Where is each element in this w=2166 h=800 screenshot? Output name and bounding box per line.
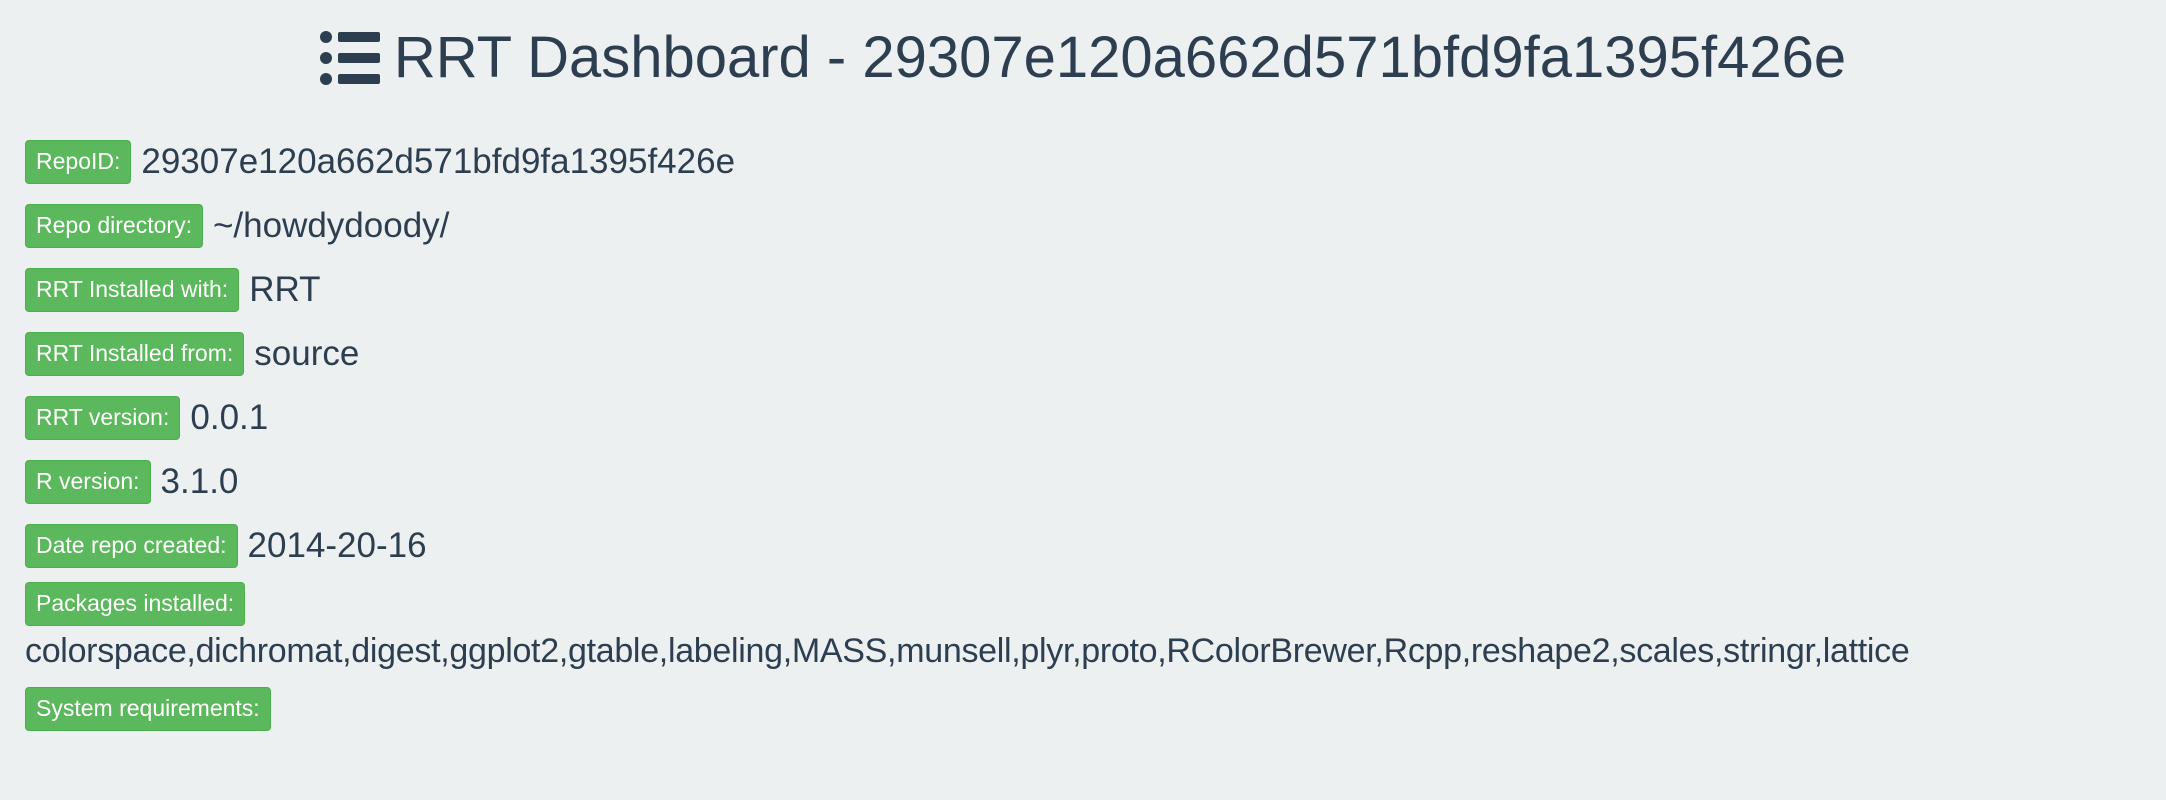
r-version-label: R version:: [25, 460, 151, 504]
installed-with-value: RRT: [249, 270, 321, 309]
system-requirements-row: System requirements:: [25, 677, 2155, 741]
repo-info-list: RepoID: 29307e120a662d571bfd9fa1395f426e…: [25, 130, 2155, 741]
rrt-version-label: RRT version:: [25, 396, 181, 440]
rrt-version-value: 0.0.1: [190, 398, 269, 437]
repo-directory-label: Repo directory:: [25, 204, 203, 248]
date-created-value: 2014-20-16: [247, 526, 427, 565]
page-title: RRT Dashboard - 29307e120a662d571bfd9fa1…: [393, 25, 1847, 90]
r-version-row: R version: 3.1.0: [25, 450, 2155, 514]
installed-from-row: RRT Installed from: source: [25, 322, 2155, 386]
repo-directory-row: Repo directory: ~/howdydoody/: [25, 194, 2155, 258]
date-created-label: Date repo created:: [25, 524, 238, 568]
page-header: RRT Dashboard - 29307e120a662d571bfd9fa1…: [0, 18, 2166, 98]
rrt-version-row: RRT version: 0.0.1: [25, 386, 2155, 450]
repo-directory-value: ~/howdydoody/: [212, 206, 450, 245]
packages-label: Packages installed:: [25, 582, 246, 626]
installed-from-label: RRT Installed from:: [25, 332, 245, 376]
repo-id-label: RepoID:: [25, 140, 132, 184]
installed-with-row: RRT Installed with: RRT: [25, 258, 2155, 322]
packages-value: colorspace,dichromat,digest,ggplot2,gtab…: [25, 632, 1910, 670]
repo-id-row: RepoID: 29307e120a662d571bfd9fa1395f426e: [25, 130, 2155, 194]
packages-row: Packages installed: colorspace,dichromat…: [25, 578, 2155, 671]
installed-with-label: RRT Installed with:: [25, 268, 240, 312]
system-requirements-label: System requirements:: [25, 687, 271, 731]
installed-from-value: source: [254, 334, 360, 373]
repo-id-value: 29307e120a662d571bfd9fa1395f426e: [141, 142, 736, 181]
r-version-value: 3.1.0: [160, 462, 239, 501]
date-created-row: Date repo created: 2014-20-16: [25, 514, 2155, 578]
list-icon: [319, 31, 382, 85]
